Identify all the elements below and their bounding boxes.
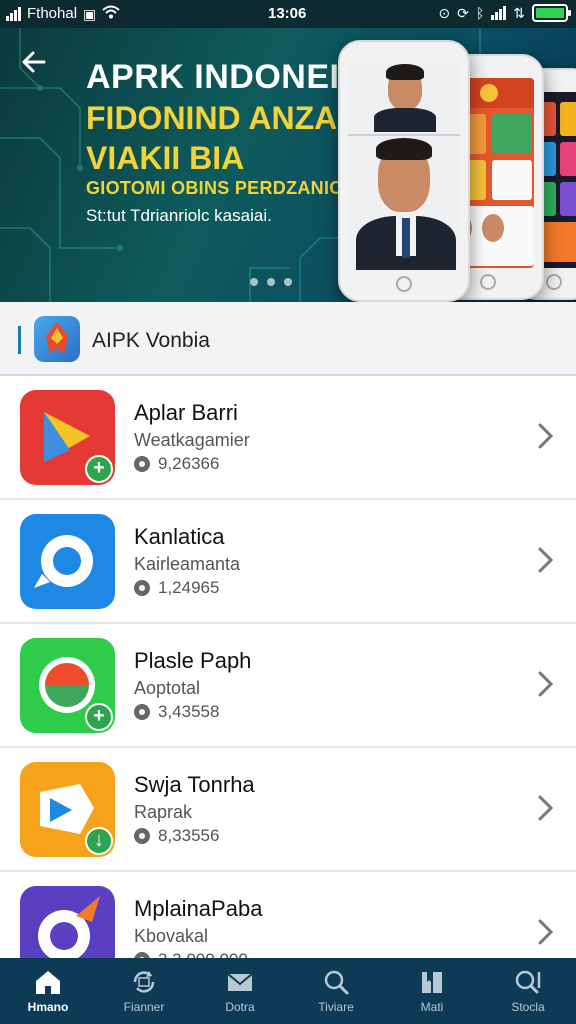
search-alt-icon — [515, 970, 541, 994]
banner-subtext: St:tut Tdrianriolc kasaiai. — [86, 206, 272, 225]
carousel-dot[interactable] — [284, 278, 292, 286]
carrier-name: Fthohal — [27, 5, 78, 22]
app-icon — [20, 886, 115, 958]
carousel-dots[interactable] — [250, 278, 292, 286]
app-name: Swja Tonrha — [134, 772, 255, 797]
promo-banner[interactable]: APRK INDONEIA FIDONIND ANZAN VIAKII BIA … — [0, 28, 576, 302]
clock: 13:06 — [268, 5, 307, 22]
app-download-count: 8,33556 — [134, 826, 219, 846]
download-icon — [134, 456, 150, 472]
status-bar: Fthohal ▣ 13:06 ⊙ ⟳ ᛒ ⇅ — [0, 0, 576, 28]
app-subtitle: Weatkagamier — [134, 430, 250, 450]
nav-item-library[interactable]: Mati — [384, 958, 480, 1024]
nav-item-mail[interactable]: Dotra — [192, 958, 288, 1024]
search-icon — [324, 970, 349, 995]
section-app-icon — [34, 316, 80, 362]
nav-item-home[interactable]: Hmano — [0, 958, 96, 1024]
banner-headline-1: FIDONIND ANZAN — [86, 100, 361, 136]
list-item[interactable]: MplainaPaba Kbovakal 3,3,000,000 — [0, 872, 576, 958]
download-icon — [134, 580, 150, 596]
nav-item-search[interactable]: Tiviare — [288, 958, 384, 1024]
chevron-right-icon[interactable] — [534, 420, 556, 452]
book-icon — [422, 972, 442, 993]
app-subtitle: Kairleamanta — [134, 554, 241, 574]
wifi-icon — [102, 5, 120, 22]
app-subtitle: Kbovakal — [134, 926, 209, 946]
chevron-right-icon[interactable] — [534, 916, 556, 948]
app-icon: ↓ — [20, 762, 115, 857]
nav-item-search-alt[interactable]: Stocla — [480, 958, 576, 1024]
banner-headline-2: VIAKII BIA — [86, 140, 245, 176]
chevron-right-icon[interactable] — [534, 792, 556, 824]
list-item[interactable]: + Plasle Paph Aoptotal 3,43558 — [0, 624, 576, 748]
list-item[interactable]: Kanlatica Kairleamanta 1,24965 — [0, 500, 576, 624]
nav-label: Tiviare — [318, 1000, 354, 1014]
app-list: + Aplar Barri Weatkagamier 9,26366 Kanla… — [0, 376, 576, 958]
app-subtitle: Aoptotal — [134, 678, 201, 698]
data-icon: ⇅ — [513, 5, 525, 21]
app-subtitle: Raprak — [134, 802, 193, 822]
mail-icon — [227, 973, 253, 991]
app-icon: + — [20, 638, 115, 733]
back-button[interactable] — [20, 48, 56, 84]
download-icon — [134, 828, 150, 844]
chevron-right-icon[interactable] — [534, 668, 556, 700]
app-icon: + — [20, 390, 115, 485]
app-download-count: 1,24965 — [134, 578, 219, 598]
section-title: AIPK Vonbia — [92, 329, 210, 352]
battery-icon — [532, 4, 571, 22]
banner-title: APRK INDONEIA — [86, 58, 365, 96]
banner-tagline: GIOTOMI OBINS PERDZANICA — [86, 178, 356, 198]
status-right: ⊙ ⟳ ᛒ ⇅ — [438, 4, 571, 22]
app-name: Aplar Barri — [134, 400, 238, 425]
app-download-count: 3,3,000,000 — [134, 950, 248, 958]
bluetooth-icon: ᛒ — [475, 5, 485, 21]
chevron-right-icon[interactable] — [534, 544, 556, 576]
bottom-navigation: Hmano Fianner Dotra Tiviare Mati Stocla — [0, 958, 576, 1024]
carousel-dot[interactable] — [267, 278, 275, 286]
alarm-icon: ⊙ — [438, 5, 451, 21]
section-accent-bar — [18, 326, 21, 354]
app-name: MplainaPaba — [134, 896, 263, 921]
status-left: Fthohal ▣ — [6, 5, 120, 22]
download-icon — [134, 704, 150, 720]
list-item[interactable]: + Aplar Barri Weatkagamier 9,26366 — [0, 376, 576, 500]
nav-label: Dotra — [225, 1000, 255, 1014]
phone-mockup-front — [338, 40, 470, 302]
app-name: Plasle Paph — [134, 648, 252, 673]
section-header: AIPK Vonbia — [0, 302, 576, 376]
sync-icon: ⟳ — [457, 5, 469, 21]
app-download-count: 3,43558 — [134, 702, 219, 722]
cell-signal-icon — [491, 6, 507, 20]
nav-item-refresh[interactable]: Fianner — [96, 958, 192, 1024]
refresh-icon — [133, 971, 155, 993]
app-download-count: 9,26366 — [134, 454, 219, 474]
arrow-left-icon — [22, 51, 46, 73]
app-icon — [20, 514, 115, 609]
image-icon: ▣ — [83, 5, 97, 22]
home-icon — [36, 971, 60, 994]
app-name: Kanlatica — [134, 524, 225, 549]
list-item[interactable]: ↓ Swja Tonrha Raprak 8,33556 — [0, 748, 576, 872]
install-badge: + — [85, 703, 113, 731]
nav-label: Mati — [420, 1000, 444, 1014]
install-badge: + — [85, 455, 113, 483]
nav-label: Stocla — [511, 1000, 545, 1014]
nav-label: Hmano — [27, 1000, 69, 1014]
download-badge: ↓ — [85, 827, 113, 855]
nav-label: Fianner — [123, 1000, 165, 1014]
carousel-dot[interactable] — [250, 278, 258, 286]
signal-icon — [6, 6, 21, 21]
